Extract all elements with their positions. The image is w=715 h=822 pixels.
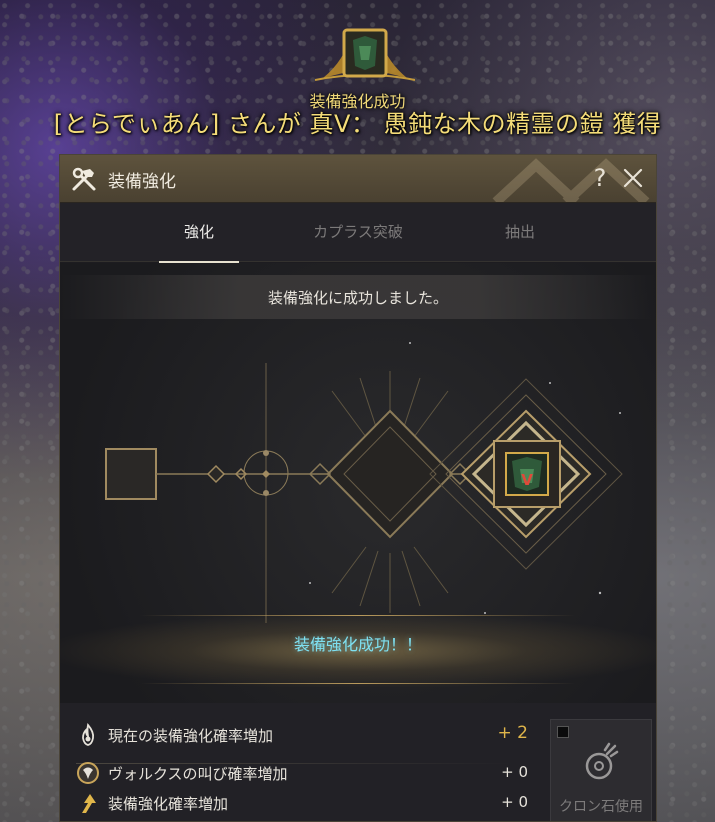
success-line-bottom — [140, 683, 576, 684]
flame-icon — [82, 723, 95, 746]
enhancement-window: 装備強化 ? 強化 カプラス突破 抽出 装備強化に成功しました。 V 装備強化成… — [59, 154, 657, 822]
success-line-top — [140, 615, 576, 616]
armor-emblem-icon — [315, 28, 415, 81]
success-message: 装備強化成功！！ — [293, 635, 422, 654]
stat-label: ヴォルクスの叫び確率増加 — [108, 765, 288, 783]
stat-label: 装備強化確率増加 — [108, 795, 229, 813]
stat-row-vulkus: ヴォルクスの叫び確率増加 + 0 — [76, 759, 536, 789]
result-message: 装備強化に成功しました。 — [267, 289, 448, 307]
cron-stone-toggle[interactable]: クロン石使用 — [550, 719, 652, 821]
cron-stone-icon — [585, 742, 619, 780]
tab-enhance[interactable]: 強化 — [159, 203, 239, 261]
cron-checkbox[interactable] — [557, 726, 569, 738]
window-title: 装備強化 — [108, 172, 176, 192]
hammer-wrench-icon — [72, 167, 96, 191]
arrow-up-icon — [82, 794, 96, 813]
cron-stone-label: クロン石使用 — [559, 799, 643, 815]
material-slot — [105, 448, 157, 500]
tab-caphras-breakthrough[interactable]: カプラス突破 — [288, 203, 428, 261]
stat-value: + 0 — [501, 793, 528, 811]
close-icon[interactable] — [620, 165, 646, 191]
window-titlebar[interactable]: 装備強化 ? — [60, 155, 656, 203]
enhance-diagram: V — [105, 342, 623, 623]
stat-row-current-rate: 現在の装備強化確率増加 + 2 — [76, 721, 536, 751]
item-grade-label: V — [521, 471, 533, 489]
tab-bar: 強化 カプラス突破 抽出 — [60, 203, 656, 262]
stat-label: 現在の装備強化確率増加 — [108, 727, 274, 745]
notification-message: [とらでぃあん] さんが 真V： 愚鈍な木の精霊の鎧 獲得 — [53, 110, 662, 138]
stat-value: + 2 — [497, 723, 528, 743]
tab-extract[interactable]: 抽出 — [480, 203, 560, 261]
help-button[interactable]: ? — [588, 163, 612, 193]
vulkus-icon — [77, 762, 99, 784]
stat-row-enhance-rate: 装備強化確率増加 + 0 — [76, 789, 536, 819]
stat-value: + 0 — [501, 763, 528, 781]
